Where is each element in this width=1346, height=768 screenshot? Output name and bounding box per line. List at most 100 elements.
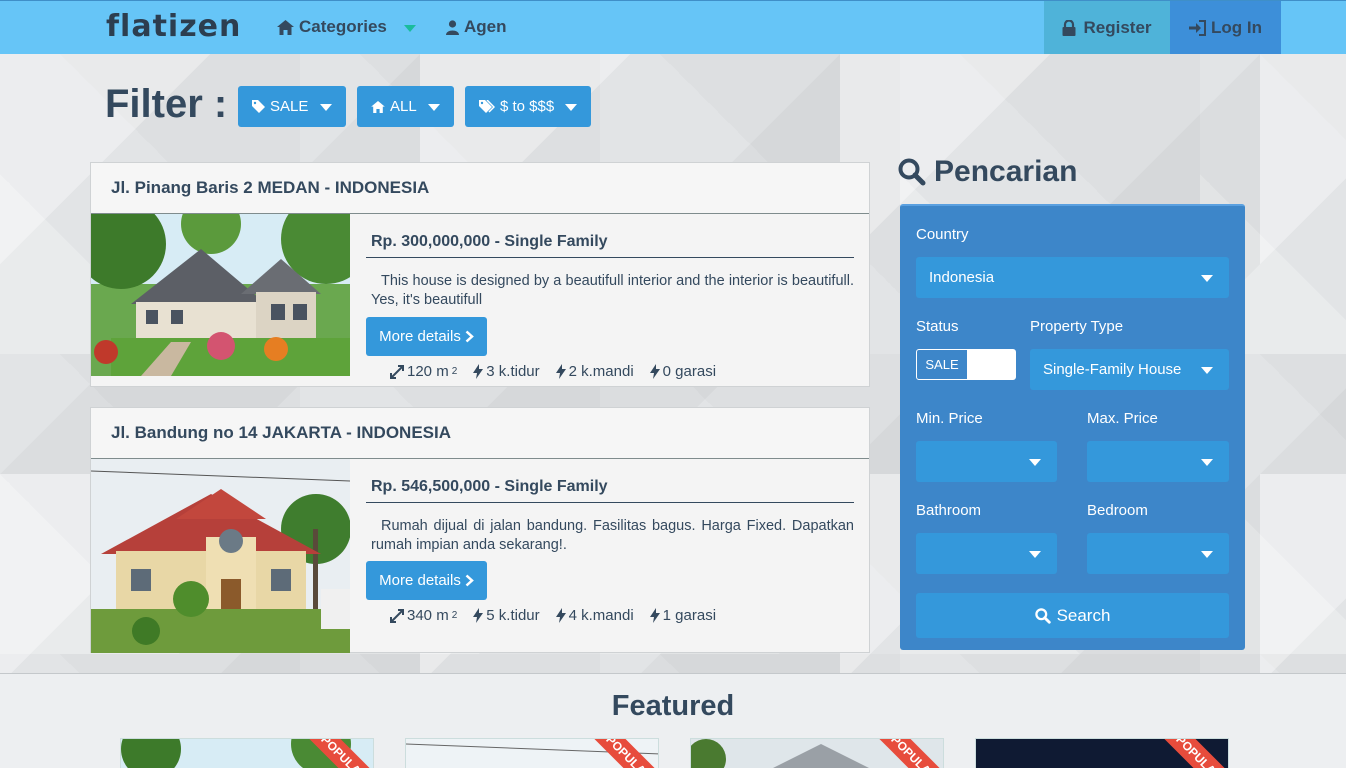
listing-title[interactable]: Jl. Pinang Baris 2 MEDAN - INDONESIA <box>91 163 869 214</box>
bathroom-stat: 4 k.mandi <box>555 607 634 624</box>
max-price-select[interactable] <box>1087 441 1229 482</box>
featured-title: Featured <box>611 690 735 722</box>
featured-item[interactable]: POPULAR <box>120 738 374 768</box>
bedroom-select[interactable] <box>1087 533 1229 574</box>
login-icon <box>1189 19 1206 36</box>
more-details-label: More details <box>379 572 461 589</box>
garage-stat: 1 garasi <box>649 607 717 624</box>
listing-body: Rp. 300,000,000 - Single Family This hou… <box>366 214 854 380</box>
filter-sale-dropdown[interactable]: SALE <box>238 86 346 127</box>
search-button-label: Search <box>1056 605 1111 625</box>
register-button[interactable]: Register <box>1044 1 1170 54</box>
filter-price-dropdown[interactable]: $ to $$$ <box>465 86 591 127</box>
listing-photo[interactable] <box>91 214 350 376</box>
listing-price: Rp. 546,500,000 - Single Family <box>366 478 854 503</box>
featured-item[interactable]: POPULAR <box>690 738 944 768</box>
register-label: Register <box>1083 17 1152 37</box>
bedroom-label: Bedroom <box>1087 502 1148 519</box>
user-icon <box>446 19 459 35</box>
status-toggle[interactable]: SALE <box>916 349 1016 380</box>
min-price-label: Min. Price <box>916 410 983 427</box>
navbar: flatizen Categories Agen Register Log In <box>0 0 1346 54</box>
search-heading-label: Pencarian <box>934 155 1078 188</box>
bolt-icon <box>555 364 566 379</box>
login-button[interactable]: Log In <box>1170 1 1281 54</box>
featured-item[interactable]: POPULAR <box>975 738 1229 768</box>
nav-categories[interactable]: Categories <box>277 17 416 37</box>
chevron-down-icon <box>1201 367 1213 374</box>
chevron-down-icon <box>428 104 440 111</box>
logo[interactable]: flatizen <box>106 9 241 44</box>
property-type-select[interactable]: Single-Family House <box>1030 349 1229 390</box>
area-stat: 340 m2 <box>390 607 457 624</box>
bedroom-value: 5 k.tidur <box>486 607 540 624</box>
search-icon <box>1034 607 1051 624</box>
home-icon <box>371 100 385 113</box>
more-details-button[interactable]: More details <box>366 317 487 356</box>
chevron-down-icon <box>1201 275 1213 282</box>
search-icon <box>898 158 926 186</box>
chevron-down-icon <box>1029 551 1041 558</box>
home-icon <box>277 19 294 35</box>
chevron-down-icon <box>1201 551 1213 558</box>
bedroom-stat: 3 k.tidur <box>473 363 540 380</box>
search-button[interactable]: Search <box>916 593 1229 638</box>
bathroom-label: Bathroom <box>916 502 982 519</box>
login-label: Log In <box>1211 17 1262 37</box>
garage-stat: 0 garasi <box>649 363 717 380</box>
listing-price: Rp. 300,000,000 - Single Family <box>366 233 854 258</box>
listing-photo[interactable] <box>91 459 350 653</box>
listing-card: Jl. Bandung no 14 JAKARTA - INDONESIA Rp… <box>90 407 870 653</box>
filter-all-label: ALL <box>390 98 417 115</box>
expand-icon <box>390 364 404 379</box>
bolt-icon <box>473 608 484 623</box>
listing-body: Rp. 546,500,000 - Single Family Rumah di… <box>366 459 854 624</box>
listing-stats: 120 m2 3 k.tidur 2 k.mandi 0 garasi <box>390 363 716 380</box>
bolt-icon <box>555 608 566 623</box>
filter-price-label: $ to $$$ <box>500 98 555 115</box>
bathroom-value: 4 k.mandi <box>568 607 634 624</box>
min-price-select[interactable] <box>916 441 1057 482</box>
status-toggle-label: SALE <box>917 350 967 379</box>
chevron-down-icon <box>320 104 332 111</box>
listing-card: Jl. Pinang Baris 2 MEDAN - INDONESIA Rp.… <box>90 162 870 387</box>
chevron-down-icon <box>565 104 577 111</box>
filter-sale-label: SALE <box>270 98 309 115</box>
country-select[interactable]: Indonesia <box>916 257 1229 298</box>
search-panel: Country Indonesia Status SALE Property T… <box>900 204 1245 650</box>
chevron-down-icon <box>1029 459 1041 466</box>
more-details-button[interactable]: More details <box>366 561 487 600</box>
bolt-icon <box>473 364 484 379</box>
lock-icon <box>1062 19 1076 36</box>
nav-agen[interactable]: Agen <box>446 17 507 37</box>
filter-all-dropdown[interactable]: ALL <box>357 86 454 127</box>
property-type-value: Single-Family House <box>1043 361 1182 378</box>
listing-description: Rumah dijual di jalan bandung. Fasilitas… <box>371 518 854 553</box>
bolt-icon <box>649 608 660 623</box>
area-value: 340 m <box>407 607 449 624</box>
expand-icon <box>390 608 404 623</box>
nav-agen-label: Agen <box>464 17 507 36</box>
property-type-label: Property Type <box>1030 318 1124 335</box>
search-heading: Pencarian <box>898 155 1077 189</box>
status-label: Status <box>916 318 959 335</box>
garage-value: 0 garasi <box>662 363 717 380</box>
country-value: Indonesia <box>929 269 995 286</box>
listing-stats: 340 m2 5 k.tidur 4 k.mandi 1 garasi <box>390 607 716 624</box>
country-label: Country <box>916 226 969 243</box>
area-unit-sup: 2 <box>451 366 458 377</box>
chevron-down-icon <box>1201 459 1213 466</box>
featured-section: Featured POPULAR POPULAR POPULAR POPULAR <box>0 673 1346 768</box>
garage-value: 1 garasi <box>662 607 717 624</box>
listing-title[interactable]: Jl. Bandung no 14 JAKARTA - INDONESIA <box>91 408 869 459</box>
tag-icon <box>252 100 265 113</box>
max-price-label: Max. Price <box>1087 410 1158 427</box>
filter-title: Filter : <box>105 82 228 126</box>
tags-icon <box>479 100 495 113</box>
chevron-right-icon <box>465 574 474 587</box>
area-stat: 120 m2 <box>390 363 457 380</box>
bathroom-select[interactable] <box>916 533 1057 574</box>
featured-item[interactable]: POPULAR <box>405 738 659 768</box>
area-unit-sup: 2 <box>451 610 458 621</box>
bolt-icon <box>649 364 660 379</box>
